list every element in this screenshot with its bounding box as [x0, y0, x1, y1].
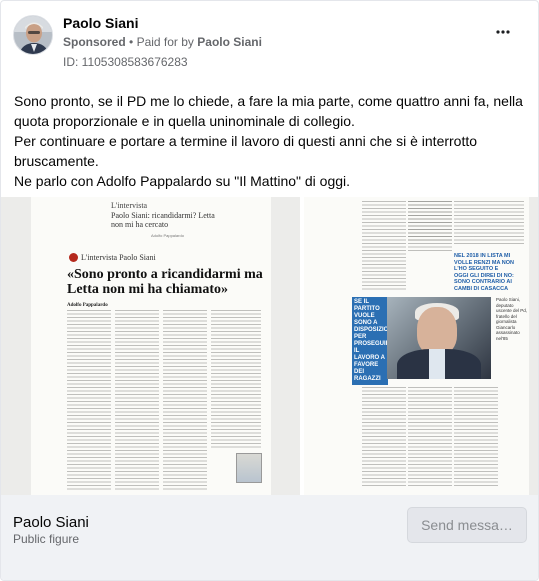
send-message-button[interactable]: Send messa…	[407, 507, 527, 543]
avatar-photo-icon	[14, 16, 52, 54]
author-name[interactable]: Paolo Siani	[63, 15, 138, 31]
ad-id: ID: 1105308583676283	[63, 55, 188, 69]
newspaper-kicker-sub: Paolo Siani: ricandidarmi? Letta non mi …	[111, 211, 215, 229]
newspaper-text-column	[163, 310, 207, 490]
sponsored-meta: Sponsored • Paid for by Paolo Siani	[63, 35, 262, 49]
newspaper-kicker: L'intervista	[111, 201, 148, 210]
more-horizontal-icon	[496, 30, 510, 34]
meta-separator: •	[129, 35, 137, 49]
newspaper-text-column	[362, 201, 406, 291]
more-options-button[interactable]	[490, 19, 516, 45]
body-paragraph: Per continuare e portare a termine il la…	[14, 133, 478, 169]
newspaper-byline: Adolfo Pappalardo	[67, 303, 108, 308]
newspaper-photo-caption: SE IL PARTITO VUOLE SONO A DISPOSIZIONE …	[352, 297, 397, 385]
paid-for-prefix: Paid for by	[136, 35, 194, 49]
newspaper-text-column	[362, 387, 406, 487]
newspaper-text-column	[211, 310, 261, 450]
avatar[interactable]	[13, 15, 53, 55]
image-carousel[interactable]: L'intervista Paolo Siani: ricandidarmi? …	[1, 197, 538, 495]
post-header: Paolo Siani Sponsored • Paid for by Paol…	[13, 13, 526, 73]
newspaper-text-column	[454, 201, 524, 245]
footer-page-category: Public figure	[13, 532, 80, 546]
newspaper-pull-quote: NEL 2018 IN LISTA MI VOLLE RENZI MA NON …	[454, 253, 514, 292]
paid-for-name[interactable]: Paolo Siani	[197, 35, 262, 49]
newspaper-side-note: Paolo Siani, deputato uscente del Pd, fr…	[496, 297, 528, 341]
sponsored-label: Sponsored	[63, 35, 126, 49]
portrait-face	[417, 307, 457, 355]
body-paragraph: Ne parlo con Adolfo Pappalardo su "Il Ma…	[14, 173, 351, 189]
newspaper-section-logo	[69, 253, 78, 262]
newspaper-page: L'intervista Paolo Siani: ricandidarmi? …	[31, 197, 271, 495]
carousel-image-newspaper-photo[interactable]: NEL 2018 IN LISTA MI VOLLE RENZI MA NON …	[304, 197, 538, 495]
carousel-image-newspaper-headline[interactable]: L'intervista Paolo Siani: ricandidarmi? …	[1, 197, 302, 495]
newspaper-headline: «Sono pronto a ricandidarmi ma Letta non…	[67, 267, 263, 297]
newspaper-page: NEL 2018 IN LISTA MI VOLLE RENZI MA NON …	[304, 197, 529, 495]
portrait-photo	[387, 297, 491, 379]
newspaper-thumbnail	[236, 453, 262, 483]
portrait-shirt	[429, 349, 445, 379]
newspaper-text-column	[408, 201, 452, 241]
footer-page-name[interactable]: Paolo Siani	[13, 514, 89, 531]
newspaper-signature: Adolfo Pappalardo	[151, 233, 184, 238]
newspaper-section-label: L'intervista Paolo Siani	[81, 253, 156, 262]
post-body: Sono pronto, se il PD me lo chiede, a fa…	[14, 91, 529, 191]
ad-footer: Paolo Siani Public figure Send messa…	[1, 495, 538, 580]
newspaper-text-column	[454, 387, 498, 487]
newspaper-text-column	[115, 310, 159, 490]
body-paragraph: Sono pronto, se il PD me lo chiede, a fa…	[14, 93, 523, 129]
newspaper-text-column	[408, 387, 452, 487]
ad-card: Paolo Siani Sponsored • Paid for by Paol…	[0, 0, 539, 581]
newspaper-text-column	[67, 310, 111, 490]
